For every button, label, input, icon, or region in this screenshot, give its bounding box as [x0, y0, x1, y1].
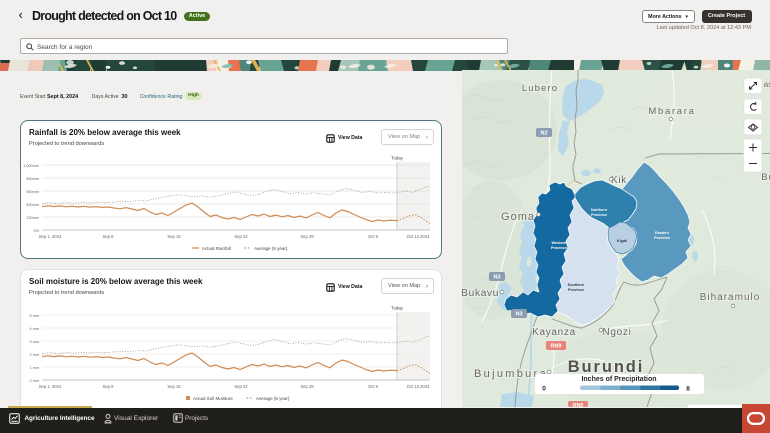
svg-text:400mm: 400mm — [26, 203, 39, 207]
svg-text:Average (5 year): Average (5 year) — [256, 396, 290, 401]
svg-text:N2: N2 — [540, 131, 547, 137]
svg-text:800mm: 800mm — [26, 177, 39, 181]
svg-text:Sep 1, 2024: Sep 1, 2024 — [39, 384, 62, 389]
svg-text:Sep 29: Sep 29 — [300, 384, 314, 389]
svg-text:Mbarara: Mbarara — [648, 106, 695, 117]
svg-text:Average (5 year): Average (5 year) — [254, 246, 288, 251]
svg-text:1,000mm: 1,000mm — [23, 164, 39, 168]
svg-text:Sep 22: Sep 22 — [234, 234, 248, 239]
svg-text:Western: Western — [552, 241, 568, 245]
svg-text:Kik: Kik — [611, 175, 627, 186]
svg-text:Actual Rainfall: Actual Rainfall — [202, 246, 231, 251]
svg-text:600mm: 600mm — [26, 190, 39, 194]
svg-text:Kigali: Kigali — [617, 239, 627, 243]
svg-text:as: as — [764, 80, 770, 89]
svg-text:0: 0 — [542, 386, 546, 393]
svg-text:Inches of Precipitation: Inches of Precipitation — [581, 376, 656, 383]
svg-text:Province: Province — [568, 288, 584, 292]
svg-text:Lubero: Lubero — [522, 83, 558, 94]
svg-text:Burundi: Burundi — [568, 358, 645, 376]
svg-text:Sep 22: Sep 22 — [234, 384, 248, 389]
svg-text:0%: 0% — [34, 229, 40, 233]
svg-text:2 mm: 2 mm — [30, 353, 40, 357]
svg-text:3 mm: 3 mm — [30, 340, 40, 344]
svg-text:0 mm: 0 mm — [30, 379, 40, 383]
svg-text:Sep 15: Sep 15 — [167, 234, 181, 239]
svg-text:Kayanza: Kayanza — [532, 327, 576, 338]
svg-text:RN5: RN5 — [572, 403, 583, 407]
svg-text:Goma: Goma — [501, 211, 535, 223]
svg-text:N3: N3 — [493, 275, 500, 281]
svg-text:Sep 29: Sep 29 — [300, 234, 314, 239]
svg-text:Eastern: Eastern — [655, 231, 670, 235]
svg-text:Bu: Bu — [761, 172, 770, 183]
svg-text:Ngozi: Ngozi — [602, 327, 631, 338]
svg-text:Sep 8: Sep 8 — [103, 234, 115, 239]
svg-text:Oct 6: Oct 6 — [368, 234, 379, 239]
svg-text:Province: Province — [654, 236, 670, 240]
svg-text:Province: Province — [551, 246, 567, 250]
svg-text:Southern: Southern — [568, 283, 585, 287]
svg-text:Oct 12,2024: Oct 12,2024 — [407, 384, 430, 389]
svg-text:Today: Today — [391, 306, 404, 311]
svg-text:Sep 15: Sep 15 — [167, 384, 181, 389]
svg-text:Bukavu: Bukavu — [462, 287, 499, 299]
svg-text:Biharamulo: Biharamulo — [700, 292, 761, 303]
svg-text:Sep 1, 2024: Sep 1, 2024 — [39, 234, 62, 239]
svg-text:Sep 8: Sep 8 — [103, 384, 115, 389]
svg-text:1 mm: 1 mm — [30, 366, 40, 370]
svg-text:8: 8 — [686, 386, 690, 393]
svg-text:Today: Today — [391, 156, 404, 161]
svg-text:5 mm: 5 mm — [30, 314, 40, 318]
svg-text:4 mm: 4 mm — [30, 327, 40, 331]
svg-text:200mm: 200mm — [26, 216, 39, 220]
svg-text:RN9: RN9 — [550, 344, 561, 350]
svg-text:N3: N3 — [515, 312, 522, 318]
svg-text:Actual Soil Moisture: Actual Soil Moisture — [193, 396, 233, 401]
svg-text:Oct 6: Oct 6 — [368, 384, 379, 389]
svg-text:Oct 12,2024: Oct 12,2024 — [407, 234, 430, 239]
svg-text:Province: Province — [591, 213, 607, 217]
svg-text:Northern: Northern — [591, 208, 608, 212]
